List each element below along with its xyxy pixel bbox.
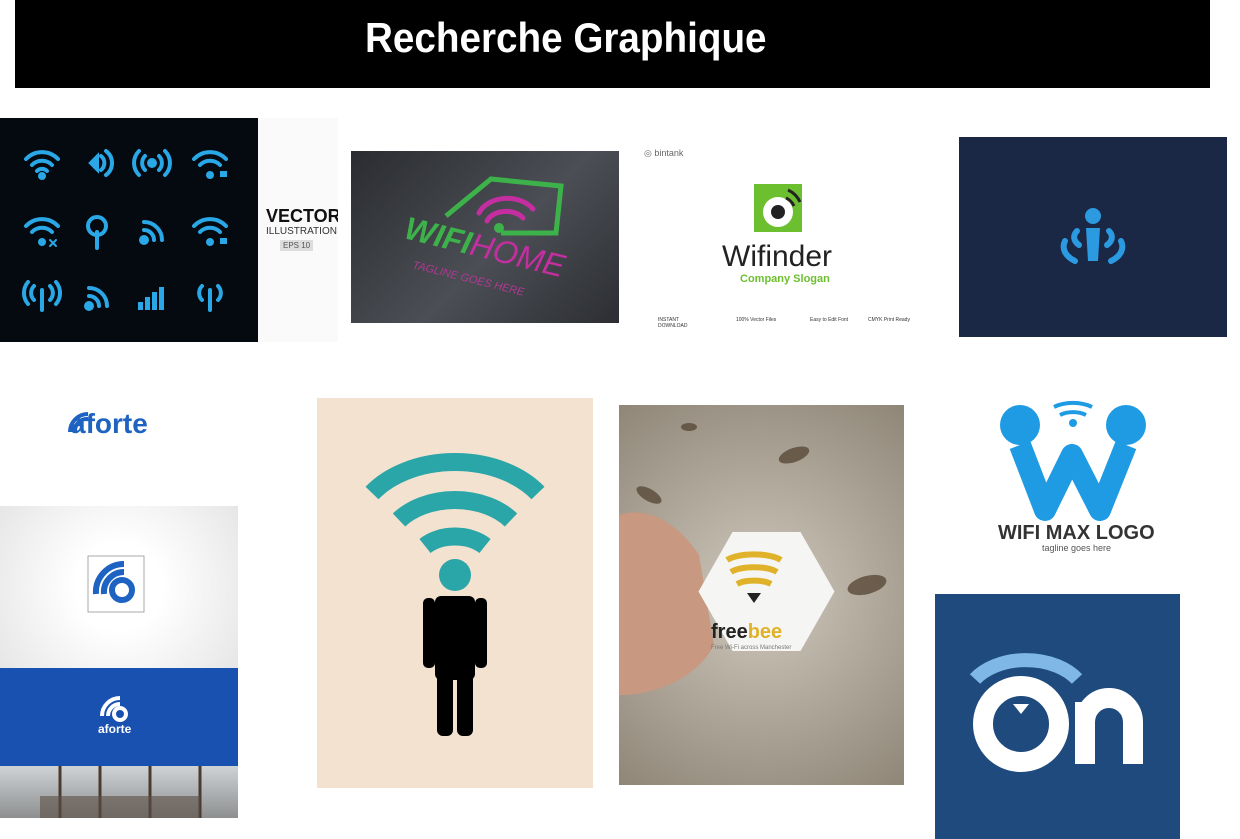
freebee-card-scene [619,423,887,695]
wifi-off-icon [24,217,60,247]
feature-download: INSTANT DOWNLOAD [658,317,688,329]
wifinder-mark [754,184,802,232]
signal-bars-icon [138,287,164,310]
wifinder-logo-image: ◎ bintank Wifinder Company Slogan INSTAN… [638,140,918,340]
vector-title: VECTOR [266,206,338,226]
feature-print: CMYK Print Ready [868,317,910,323]
title-banner: Recherche Graphique [15,0,1210,88]
feature-vector: 100% Vector Files [736,317,777,323]
on-logo-image [935,594,1180,839]
wifi-lock-icon [192,217,228,246]
antenna-icon [86,215,108,250]
navy-signal-person-logo [959,137,1227,337]
wifi-corner-icon [84,286,109,311]
restaurant-windows [40,766,202,818]
signal-icon [88,149,114,177]
wifi-max-mark [1000,400,1146,521]
aforte-logo-white: aforte [0,342,238,506]
wifi-icon [24,150,60,180]
aforte-blue-band: aforte [0,668,238,766]
wifi-home-logo-image: WIFIHOME TAGLINE GOES HERE [351,151,619,323]
person-signal-mark [1060,208,1126,264]
freebee-tagline: Free Wi-Fi across Manchester [711,645,792,651]
broadcast-icon [132,149,172,177]
wifi-max-name: WIFI MAX LOGO [998,522,1155,544]
person-wifi-mark [365,453,545,736]
person-wifi-poster [317,398,593,788]
freebee-name: freebee [711,621,782,644]
wifi-icons-grid [22,149,228,312]
free-word: free [711,621,748,643]
tower-icon [22,280,62,312]
feature-font: Easy to Edit Font [810,317,849,323]
eps-badge: EPS 10 [280,240,314,251]
wifinder-name: Wifinder [722,240,833,273]
vector-subtitle: ILLUSTRATION [266,226,337,237]
wifinder-slogan: Company Slogan [740,273,830,285]
wifi-lock-icon [192,150,228,179]
freebee-photo: freebee Free Wi-Fi across Manchester [619,405,904,785]
aforte-band-name: aforte [98,722,132,736]
wifi-max-tagline: tagline goes here [1042,543,1112,553]
vector-illustration-strip: VECTOR ILLUSTRATION EPS 10 [258,118,338,342]
restaurant-photo [0,766,238,818]
aforte-grid-construction [0,506,238,668]
tower-icon [197,284,223,312]
wifi-max-logo-image: WIFI MAX LOGO tagline goes here [960,385,1190,565]
bee-word: bee [747,621,783,643]
on-logo-mark [969,653,1143,772]
wifi-icon-set-image [0,118,258,342]
page-title: Recherche Graphique [365,14,767,61]
aforte-construction-mark [87,555,145,613]
aforte-signal-icon [68,412,89,433]
wifi-corner-icon [139,220,164,245]
